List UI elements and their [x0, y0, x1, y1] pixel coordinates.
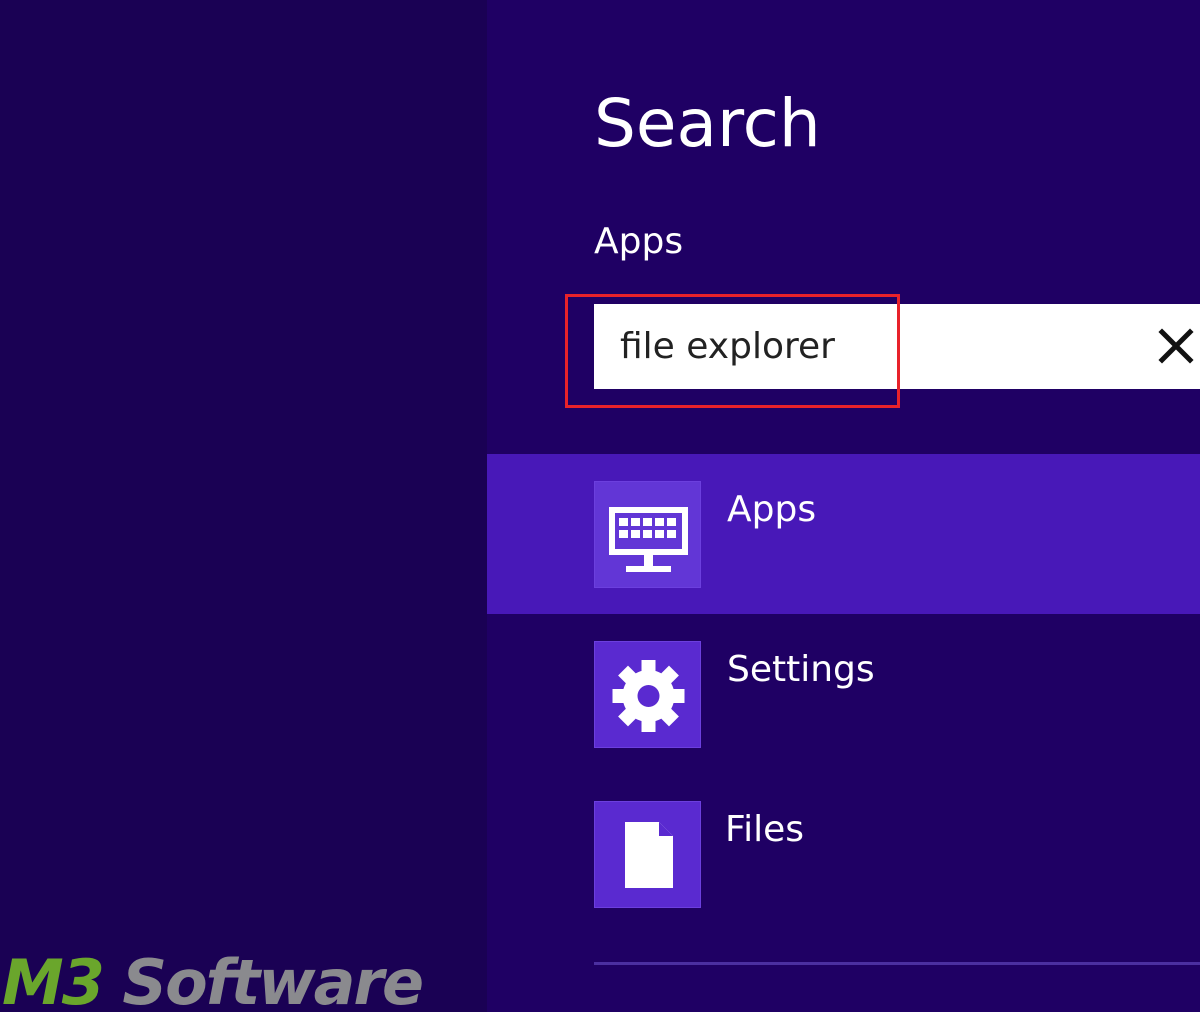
apps-monitor-icon — [609, 507, 688, 572]
search-box[interactable] — [594, 304, 1200, 389]
watermark-part1: M3 — [2, 946, 105, 1012]
gear-icon — [612, 660, 685, 732]
result-label-apps: Apps — [727, 489, 817, 530]
files-tile — [594, 801, 701, 908]
result-label-settings: Settings — [727, 649, 875, 690]
result-label-files: Files — [725, 809, 804, 850]
search-scope-settings[interactable]: Settings — [487, 614, 1200, 774]
watermark-part2: Software — [102, 946, 424, 1012]
search-scope-files[interactable]: Files — [487, 774, 1200, 934]
clear-search-button[interactable] — [1156, 326, 1196, 366]
close-icon — [1158, 328, 1194, 364]
apps-tile — [594, 481, 701, 588]
settings-tile — [594, 641, 701, 748]
file-icon — [625, 822, 673, 888]
desktop-screen: Search Apps file explorer Apps Settings … — [0, 0, 1200, 1012]
search-input[interactable] — [620, 304, 1120, 389]
results-divider — [594, 962, 1200, 965]
search-scope-label: Apps — [594, 221, 684, 262]
pane-title: Search — [594, 85, 821, 162]
search-scope-apps[interactable]: Apps — [487, 454, 1200, 614]
brand-watermark: M3 Software — [2, 946, 424, 1012]
